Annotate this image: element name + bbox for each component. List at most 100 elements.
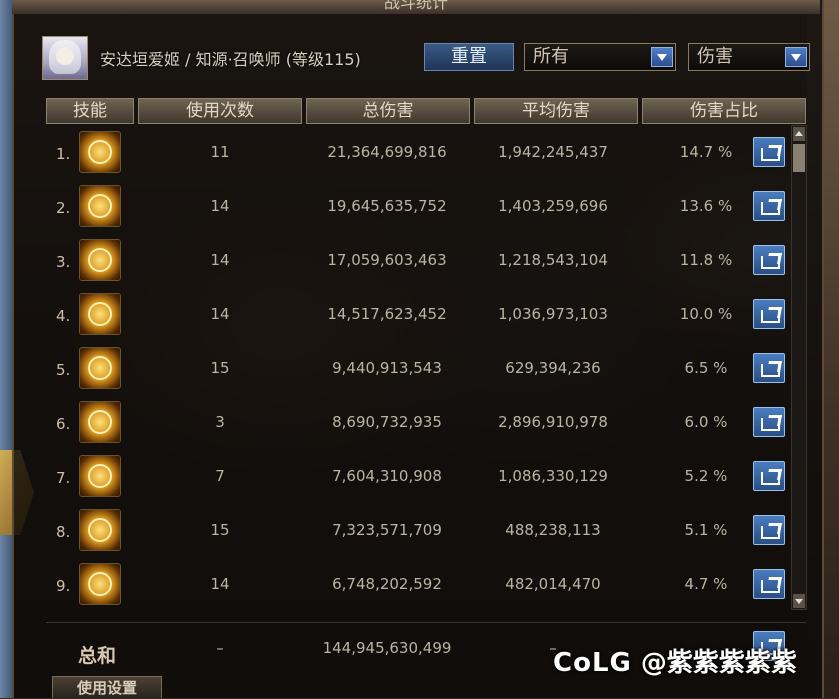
uses-cell: 14: [210, 197, 230, 215]
chevron-down-icon[interactable]: [785, 47, 807, 67]
filter-select-value: 所有: [533, 46, 569, 67]
total-damage-cell: 8,690,732,935: [332, 413, 442, 431]
uses-cell: 11: [210, 143, 230, 161]
uses-cell: 3: [215, 413, 225, 431]
skill-icon: [79, 131, 121, 173]
column-header-avg-damage[interactable]: 平均伤害: [474, 98, 638, 124]
column-header-skill[interactable]: 技能: [46, 98, 134, 124]
avg-damage-cell: 1,403,259,696: [498, 197, 608, 215]
table-row: 2. 14 19,645,635,752 1,403,259,696 13.6 …: [46, 180, 806, 234]
skill-icon: [79, 347, 121, 389]
watermark: CoLG @紫紫紫紫紫: [553, 642, 797, 679]
scroll-down-icon[interactable]: [793, 594, 805, 608]
skill-icon: [79, 563, 121, 605]
table-header: 技能 使用次数 总伤害 平均伤害 伤害占比: [46, 98, 806, 125]
chevron-down-icon[interactable]: [651, 47, 673, 67]
table-row: 1. 11 21,364,699,816 1,942,245,437 14.7 …: [46, 126, 806, 180]
table-row: 6. 3 8,690,732,935 2,896,910,978 6.0 %: [46, 396, 806, 450]
avg-damage-cell: 1,942,245,437: [498, 143, 608, 161]
share-icon[interactable]: [753, 515, 785, 545]
avatar: [42, 36, 88, 80]
column-header-damage-share[interactable]: 伤害占比: [642, 98, 806, 124]
share-icon[interactable]: [753, 353, 785, 383]
avatar-face: [56, 47, 74, 65]
share-icon[interactable]: [753, 299, 785, 329]
row-rank: 8.: [56, 523, 71, 541]
table-row: 9. 14 6,748,202,592 482,014,470 4.7 %: [46, 558, 806, 612]
table-row: 4. 14 14,517,623,452 1,036,973,103 10.0 …: [46, 288, 806, 342]
table-scrollbar[interactable]: [791, 125, 807, 610]
total-damage-cell: 7,323,571,709: [332, 521, 442, 539]
column-header-uses[interactable]: 使用次数: [138, 98, 302, 124]
row-rank: 5.: [56, 361, 71, 379]
skill-damage-table: 技能 使用次数 总伤害 平均伤害 伤害占比 1. 11 21,364,699,8…: [46, 98, 806, 605]
damage-share-cell: 10.0 %: [679, 305, 733, 323]
window-title: 战斗统计: [12, 0, 820, 14]
total-damage-cell: 6,748,202,592: [332, 575, 442, 593]
share-icon[interactable]: [753, 461, 785, 491]
table-row: 8. 15 7,323,571,709 488,238,113 5.1 %: [46, 504, 806, 558]
skill-icon: [79, 455, 121, 497]
row-rank: 6.: [56, 415, 71, 433]
table-row: 7. 7 7,604,310,908 1,086,330,129 5.2 %: [46, 450, 806, 504]
share-icon[interactable]: [753, 569, 785, 599]
damage-share-cell: 11.8 %: [679, 251, 733, 269]
avg-damage-cell: 488,238,113: [505, 521, 601, 539]
uses-cell: 14: [210, 575, 230, 593]
row-rank: 9.: [56, 577, 71, 595]
avg-damage-cell: 629,394,236: [505, 359, 601, 377]
skill-icon: [79, 509, 121, 551]
row-rank: 2.: [56, 199, 71, 217]
avg-damage-cell: 2,896,910,978: [498, 413, 608, 431]
column-header-total-damage[interactable]: 总伤害: [306, 98, 470, 124]
avg-damage-cell: 1,086,330,129: [498, 467, 608, 485]
total-damage-cell: 21,364,699,816: [327, 143, 447, 161]
table-row: 5. 15 9,440,913,543 629,394,236 6.5 %: [46, 342, 806, 396]
total-damage-cell: 17,059,603,463: [327, 251, 447, 269]
table-row: 3. 14 17,059,603,463 1,218,543,104 11.8 …: [46, 234, 806, 288]
row-rank: 7.: [56, 469, 71, 487]
share-icon[interactable]: [753, 407, 785, 437]
reset-button[interactable]: 重置: [424, 43, 514, 71]
damage-share-cell: 4.7 %: [684, 575, 728, 593]
panel-header: 安达垣爱姬 / 知源·召唤师 (等级115) 重置 所有 伤害: [42, 34, 812, 80]
damage-share-cell: 6.0 %: [684, 413, 728, 431]
row-rank: 3.: [56, 253, 71, 271]
uses-cell: 7: [215, 467, 225, 485]
total-damage-cell: 14,517,623,452: [327, 305, 447, 323]
metric-select-value: 伤害: [697, 46, 733, 67]
uses-cell: 15: [210, 521, 230, 539]
share-icon[interactable]: [753, 137, 785, 167]
total-damage-cell: 19,645,635,752: [327, 197, 447, 215]
watermark-brand: CoLG: [553, 648, 632, 678]
scroll-thumb[interactable]: [793, 144, 805, 172]
avg-damage-cell: 482,014,470: [505, 575, 601, 593]
damage-share-cell: 14.7 %: [679, 143, 733, 161]
filter-select[interactable]: 所有: [524, 43, 676, 71]
damage-share-cell: 6.5 %: [684, 359, 728, 377]
scroll-up-icon[interactable]: [793, 127, 805, 141]
row-rank: 4.: [56, 307, 71, 325]
total-uses: –: [216, 639, 224, 657]
uses-cell: 14: [210, 251, 230, 269]
total-label: 总和: [78, 645, 117, 667]
skill-icon: [79, 239, 121, 281]
total-damage-cell: 9,440,913,543: [332, 359, 442, 377]
uses-cell: 15: [210, 359, 230, 377]
usage-settings-tab[interactable]: 使用设置: [52, 676, 162, 698]
player-name: 安达垣爱姬 / 知源·召唤师 (等级115): [100, 50, 361, 69]
uses-cell: 14: [210, 305, 230, 323]
metric-select[interactable]: 伤害: [688, 43, 810, 71]
avg-damage-cell: 1,036,973,103: [498, 305, 608, 323]
damage-share-cell: 13.6 %: [679, 197, 733, 215]
avg-damage-cell: 1,218,543,104: [498, 251, 608, 269]
share-icon[interactable]: [753, 191, 785, 221]
share-icon[interactable]: [753, 245, 785, 275]
watermark-handle: @紫紫紫紫紫: [640, 648, 797, 678]
total-damage-cell: 7,604,310,908: [332, 467, 442, 485]
row-rank: 1.: [56, 145, 71, 163]
damage-share-cell: 5.1 %: [684, 521, 728, 539]
skill-icon: [79, 185, 121, 227]
total-damage: 144,945,630,499: [322, 639, 452, 657]
skill-icon: [79, 293, 121, 335]
